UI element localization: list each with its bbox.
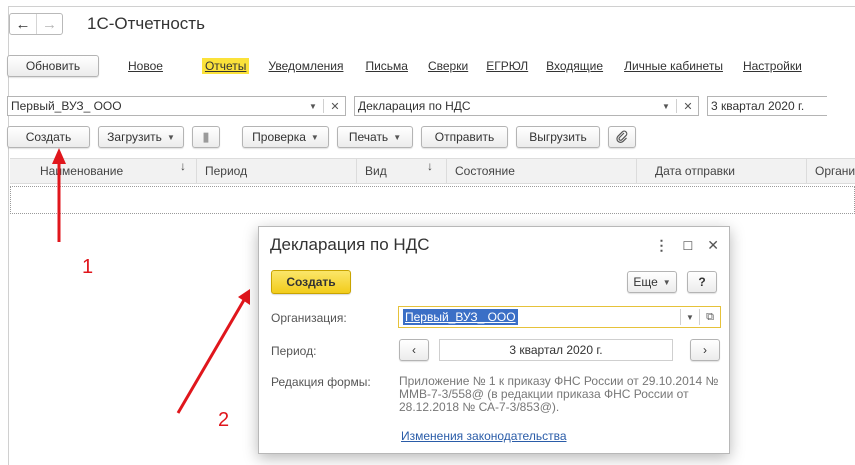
tab-settings[interactable]: Настройки: [743, 59, 802, 73]
more-button[interactable]: Еще ▼: [627, 271, 677, 293]
report-filter-value: Декларация по НДС: [358, 99, 471, 113]
table-header: Наименование ↓ Период Вид ↓ Состояние Да…: [10, 158, 855, 184]
column-status[interactable]: Состояние: [446, 159, 636, 183]
organization-value: Первый_ВУЗ_ ООО: [403, 309, 518, 325]
create-button[interactable]: Создать: [7, 126, 90, 148]
sort-down-icon[interactable]: ↓: [180, 159, 186, 173]
redaction-label: Редакция формы:: [271, 375, 371, 389]
period-label: Период:: [271, 344, 317, 358]
help-button[interactable]: ?: [687, 271, 717, 293]
close-icon[interactable]: ✕: [707, 237, 719, 254]
chevron-down-icon: ▼: [393, 132, 402, 142]
sort-down-icon[interactable]: ↓: [427, 159, 433, 173]
report-filter[interactable]: Декларация по НДС ▼ ✕: [354, 96, 699, 116]
column-name[interactable]: Наименование: [32, 159, 192, 183]
period-field[interactable]: 3 квартал 2020 г.: [439, 339, 673, 361]
chevron-down-icon: ▼: [166, 132, 175, 142]
tab-new[interactable]: Новое: [128, 59, 163, 73]
send-button[interactable]: Отправить: [421, 126, 508, 148]
chevron-down-icon: ▼: [310, 132, 319, 142]
print-button-label: Печать: [348, 130, 389, 144]
column-organization[interactable]: Органи: [806, 159, 855, 183]
back-arrow-icon[interactable]: ←: [10, 14, 36, 34]
annotation-label-2: 2: [218, 409, 230, 431]
tab-notifications[interactable]: Уведомления: [268, 59, 343, 73]
chevron-down-icon[interactable]: ▼: [681, 313, 699, 322]
more-button-label: Еще: [633, 275, 658, 289]
period-filter[interactable]: 3 квартал 2020 г.: [707, 96, 827, 116]
annotation-label-1: 1: [82, 256, 94, 278]
load-button-label: Загрузить: [107, 130, 162, 144]
organization-filter-value: Первый_ВУЗ_ ООО: [11, 99, 122, 113]
column-send-date[interactable]: Дата отправки: [636, 159, 806, 183]
page-title: 1С-Отчетность: [87, 14, 205, 33]
maximize-icon[interactable]: ☐: [683, 239, 694, 253]
tab-reconciliations[interactable]: Сверки: [428, 59, 468, 73]
clear-icon[interactable]: ✕: [328, 100, 342, 113]
tab-reports[interactable]: Отчеты: [201, 58, 250, 74]
trash-icon: ▮: [202, 129, 210, 144]
divider: [323, 99, 324, 113]
chevron-down-icon: ▼: [662, 277, 671, 287]
clear-icon[interactable]: ✕: [681, 100, 695, 113]
chevron-down-icon[interactable]: ▼: [660, 102, 672, 111]
navigation-buttons: ← →: [9, 13, 63, 35]
column-period[interactable]: Период: [196, 159, 356, 183]
table-row[interactable]: [10, 186, 855, 214]
tab-egrul[interactable]: ЕГРЮЛ: [486, 59, 528, 73]
divider: [676, 99, 677, 113]
print-button[interactable]: Печать ▼: [337, 126, 413, 148]
title-bar: ← → 1С-Отчетность: [9, 12, 205, 36]
attach-button[interactable]: [608, 126, 636, 148]
redaction-value: Приложение № 1 к приказу ФНС России от 2…: [399, 374, 719, 414]
organization-field[interactable]: Первый_ВУЗ_ ООО ▼ ⧉: [398, 306, 721, 328]
period-prev-button[interactable]: ‹: [399, 339, 429, 361]
export-button[interactable]: Выгрузить: [516, 126, 600, 148]
dialog-title: Декларация по НДС: [270, 235, 430, 254]
trash-button[interactable]: ▮: [192, 126, 220, 148]
forward-arrow-icon[interactable]: →: [36, 14, 62, 34]
tab-personal-accounts[interactable]: Личные кабинеты: [624, 59, 723, 73]
period-filter-value: 3 квартал 2020 г.: [711, 99, 805, 113]
tab-letters[interactable]: Письма: [365, 59, 408, 73]
more-vertical-icon[interactable]: ⋮: [655, 237, 669, 254]
load-button[interactable]: Загрузить ▼: [98, 126, 184, 148]
section-tabs: Обновить Новое Отчеты Уведомления Письма…: [7, 53, 802, 79]
paperclip-icon: [616, 130, 628, 143]
organization-filter[interactable]: Первый_ВУЗ_ ООО ▼ ✕: [7, 96, 346, 116]
open-form-icon[interactable]: ⧉: [700, 311, 720, 324]
chevron-down-icon[interactable]: ▼: [307, 102, 319, 111]
check-button[interactable]: Проверка ▼: [242, 126, 329, 148]
toolbar: Создать Загрузить ▼ ▮ Проверка ▼ Печать ▼ О…: [7, 126, 644, 148]
period-next-button[interactable]: ›: [690, 339, 720, 361]
tab-incoming[interactable]: Входящие: [546, 59, 603, 73]
organization-label: Организация:: [271, 311, 347, 325]
filter-bar: Первый_ВУЗ_ ООО ▼ ✕ Декларация по НДС ▼ …: [7, 96, 827, 116]
vat-declaration-dialog: Декларация по НДС ⋮ ☐ ✕ Создать Еще ▼ ? О…: [258, 226, 730, 454]
refresh-button[interactable]: Обновить: [7, 55, 99, 77]
legislation-changes-link[interactable]: Изменения законодательства: [401, 429, 567, 443]
dialog-window-controls: ⋮ ☐ ✕: [655, 237, 720, 254]
check-button-label: Проверка: [252, 130, 306, 144]
dialog-create-button[interactable]: Создать: [271, 270, 351, 294]
